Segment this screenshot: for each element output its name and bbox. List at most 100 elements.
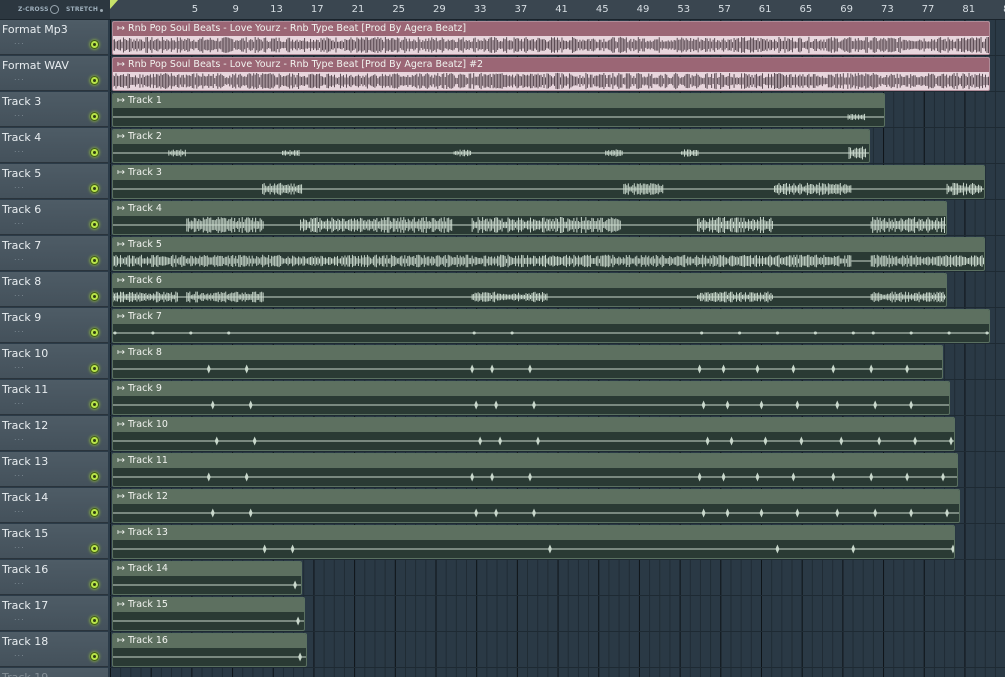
clip-title-bar[interactable]: ↦ Track 7 bbox=[113, 310, 989, 324]
clip-title-bar[interactable]: ↦ Track 12 bbox=[113, 490, 959, 504]
led-icon[interactable] bbox=[90, 580, 99, 589]
track-options-dots[interactable]: ... bbox=[14, 613, 25, 622]
track-header[interactable]: Track 7... bbox=[0, 236, 108, 271]
clip-title-bar[interactable]: ↦ Track 9 bbox=[113, 382, 949, 396]
clip-arrow-icon[interactable]: ↦ bbox=[117, 311, 128, 322]
led-icon[interactable] bbox=[90, 652, 99, 661]
track-header[interactable]: Track 18... bbox=[0, 632, 108, 667]
track-options-dots[interactable]: ... bbox=[14, 649, 25, 658]
clip-title-bar[interactable]: ↦ Track 10 bbox=[113, 418, 954, 432]
pattern-clip[interactable]: ↦ Track 5 bbox=[112, 237, 985, 271]
led-icon[interactable] bbox=[90, 400, 99, 409]
clip-arrow-icon[interactable]: ↦ bbox=[117, 347, 128, 358]
led-icon[interactable] bbox=[90, 112, 99, 121]
track-options-dots[interactable]: ... bbox=[14, 469, 25, 478]
led-icon[interactable] bbox=[90, 328, 99, 337]
pattern-clip[interactable]: ↦ Track 13 bbox=[112, 525, 955, 559]
clip-title-bar[interactable]: ↦ Track 16 bbox=[113, 634, 306, 648]
track-header[interactable]: Track 12... bbox=[0, 416, 108, 451]
track-options-dots[interactable]: ... bbox=[14, 217, 25, 226]
track-options-dots[interactable]: ... bbox=[14, 325, 25, 334]
track-options-dots[interactable]: ... bbox=[14, 73, 25, 82]
clip-arrow-icon[interactable]: ↦ bbox=[117, 419, 128, 430]
audio-clip[interactable]: ↦ Rnb Pop Soul Beats - Love Yourz - Rnb … bbox=[112, 21, 990, 55]
led-icon[interactable] bbox=[90, 616, 99, 625]
clip-title-bar[interactable]: ↦ Track 14 bbox=[113, 562, 301, 576]
clip-arrow-icon[interactable]: ↦ bbox=[117, 275, 128, 286]
clip-title-bar[interactable]: ↦ Track 6 bbox=[113, 274, 946, 288]
audio-clip[interactable]: ↦ Rnb Pop Soul Beats - Love Yourz - Rnb … bbox=[112, 57, 990, 91]
led-icon[interactable] bbox=[90, 184, 99, 193]
clip-title-bar[interactable]: ↦ Rnb Pop Soul Beats - Love Yourz - Rnb … bbox=[113, 22, 989, 36]
pattern-clip[interactable]: ↦ Track 9 bbox=[112, 381, 950, 415]
clip-title-bar[interactable]: ↦ Track 3 bbox=[113, 166, 984, 180]
stretch-menu-icon[interactable] bbox=[100, 9, 103, 12]
track-options-dots[interactable]: ... bbox=[14, 577, 25, 586]
clip-arrow-icon[interactable]: ↦ bbox=[117, 563, 128, 574]
track-options-dots[interactable]: ... bbox=[14, 181, 25, 190]
pattern-clip[interactable]: ↦ Track 14 bbox=[112, 561, 302, 595]
playhead-marker-icon[interactable] bbox=[110, 0, 118, 9]
pattern-clip[interactable]: ↦ Track 12 bbox=[112, 489, 960, 523]
track-header[interactable]: Track 8... bbox=[0, 272, 108, 307]
track-header[interactable]: Track 14... bbox=[0, 488, 108, 523]
zcross-toggle[interactable] bbox=[50, 5, 59, 14]
track-header[interactable]: Track 13... bbox=[0, 452, 108, 487]
track-options-dots[interactable]: ... bbox=[14, 253, 25, 262]
led-icon[interactable] bbox=[90, 76, 99, 85]
track-header[interactable]: Track 15... bbox=[0, 524, 108, 559]
clip-title-bar[interactable]: ↦ Track 1 bbox=[113, 94, 884, 108]
track-options-dots[interactable]: ... bbox=[14, 37, 25, 46]
pattern-clip[interactable]: ↦ Track 1 bbox=[112, 93, 885, 127]
arrangement-grid[interactable]: ↦ Rnb Pop Soul Beats - Love Yourz - Rnb … bbox=[110, 20, 1005, 677]
track-options-dots[interactable]: ... bbox=[14, 505, 25, 514]
clip-arrow-icon[interactable]: ↦ bbox=[117, 131, 128, 142]
timeline-ruler[interactable]: 5913172125293337414549535761656973778185 bbox=[110, 0, 1005, 20]
track-header[interactable]: Track 5... bbox=[0, 164, 108, 199]
clip-title-bar[interactable]: ↦ Track 5 bbox=[113, 238, 984, 252]
track-options-dots[interactable]: ... bbox=[14, 361, 25, 370]
track-header[interactable]: Track 16... bbox=[0, 560, 108, 595]
track-header[interactable]: Track 17... bbox=[0, 596, 108, 631]
track-options-dots[interactable]: ... bbox=[14, 541, 25, 550]
led-icon[interactable] bbox=[90, 436, 99, 445]
clip-arrow-icon[interactable]: ↦ bbox=[117, 59, 128, 70]
track-header[interactable]: Track 19 bbox=[0, 668, 108, 677]
track-header[interactable]: Track 6... bbox=[0, 200, 108, 235]
led-icon[interactable] bbox=[90, 292, 99, 301]
led-icon[interactable] bbox=[90, 40, 99, 49]
led-icon[interactable] bbox=[90, 364, 99, 373]
pattern-clip[interactable]: ↦ Track 7 bbox=[112, 309, 990, 343]
clip-arrow-icon[interactable]: ↦ bbox=[117, 95, 128, 106]
track-options-dots[interactable]: ... bbox=[14, 397, 25, 406]
track-header[interactable]: Format Mp3... bbox=[0, 20, 108, 55]
track-header[interactable]: Format WAV... bbox=[0, 56, 108, 91]
led-icon[interactable] bbox=[90, 256, 99, 265]
pattern-clip[interactable]: ↦ Track 16 bbox=[112, 633, 307, 667]
track-header[interactable]: Track 9... bbox=[0, 308, 108, 343]
track-options-dots[interactable]: ... bbox=[14, 109, 25, 118]
pattern-clip[interactable]: ↦ Track 11 bbox=[112, 453, 958, 487]
clip-arrow-icon[interactable]: ↦ bbox=[117, 23, 128, 34]
clip-arrow-icon[interactable]: ↦ bbox=[117, 167, 128, 178]
led-icon[interactable] bbox=[90, 220, 99, 229]
pattern-clip[interactable]: ↦ Track 10 bbox=[112, 417, 955, 451]
track-options-dots[interactable]: ... bbox=[14, 289, 25, 298]
clip-arrow-icon[interactable]: ↦ bbox=[117, 599, 128, 610]
pattern-clip[interactable]: ↦ Track 3 bbox=[112, 165, 985, 199]
track-header[interactable]: Track 3... bbox=[0, 92, 108, 127]
clip-arrow-icon[interactable]: ↦ bbox=[117, 491, 128, 502]
pattern-clip[interactable]: ↦ Track 6 bbox=[112, 273, 947, 307]
clip-arrow-icon[interactable]: ↦ bbox=[117, 203, 128, 214]
clip-title-bar[interactable]: ↦ Track 8 bbox=[113, 346, 942, 360]
clip-arrow-icon[interactable]: ↦ bbox=[117, 635, 128, 646]
pattern-clip[interactable]: ↦ Track 2 bbox=[112, 129, 870, 163]
clip-title-bar[interactable]: ↦ Rnb Pop Soul Beats - Love Yourz - Rnb … bbox=[113, 58, 989, 72]
pattern-clip[interactable]: ↦ Track 8 bbox=[112, 345, 943, 379]
clip-title-bar[interactable]: ↦ Track 13 bbox=[113, 526, 954, 540]
clip-title-bar[interactable]: ↦ Track 11 bbox=[113, 454, 957, 468]
clip-title-bar[interactable]: ↦ Track 4 bbox=[113, 202, 946, 216]
track-header[interactable]: Track 11... bbox=[0, 380, 108, 415]
track-options-dots[interactable]: ... bbox=[14, 145, 25, 154]
led-icon[interactable] bbox=[90, 472, 99, 481]
